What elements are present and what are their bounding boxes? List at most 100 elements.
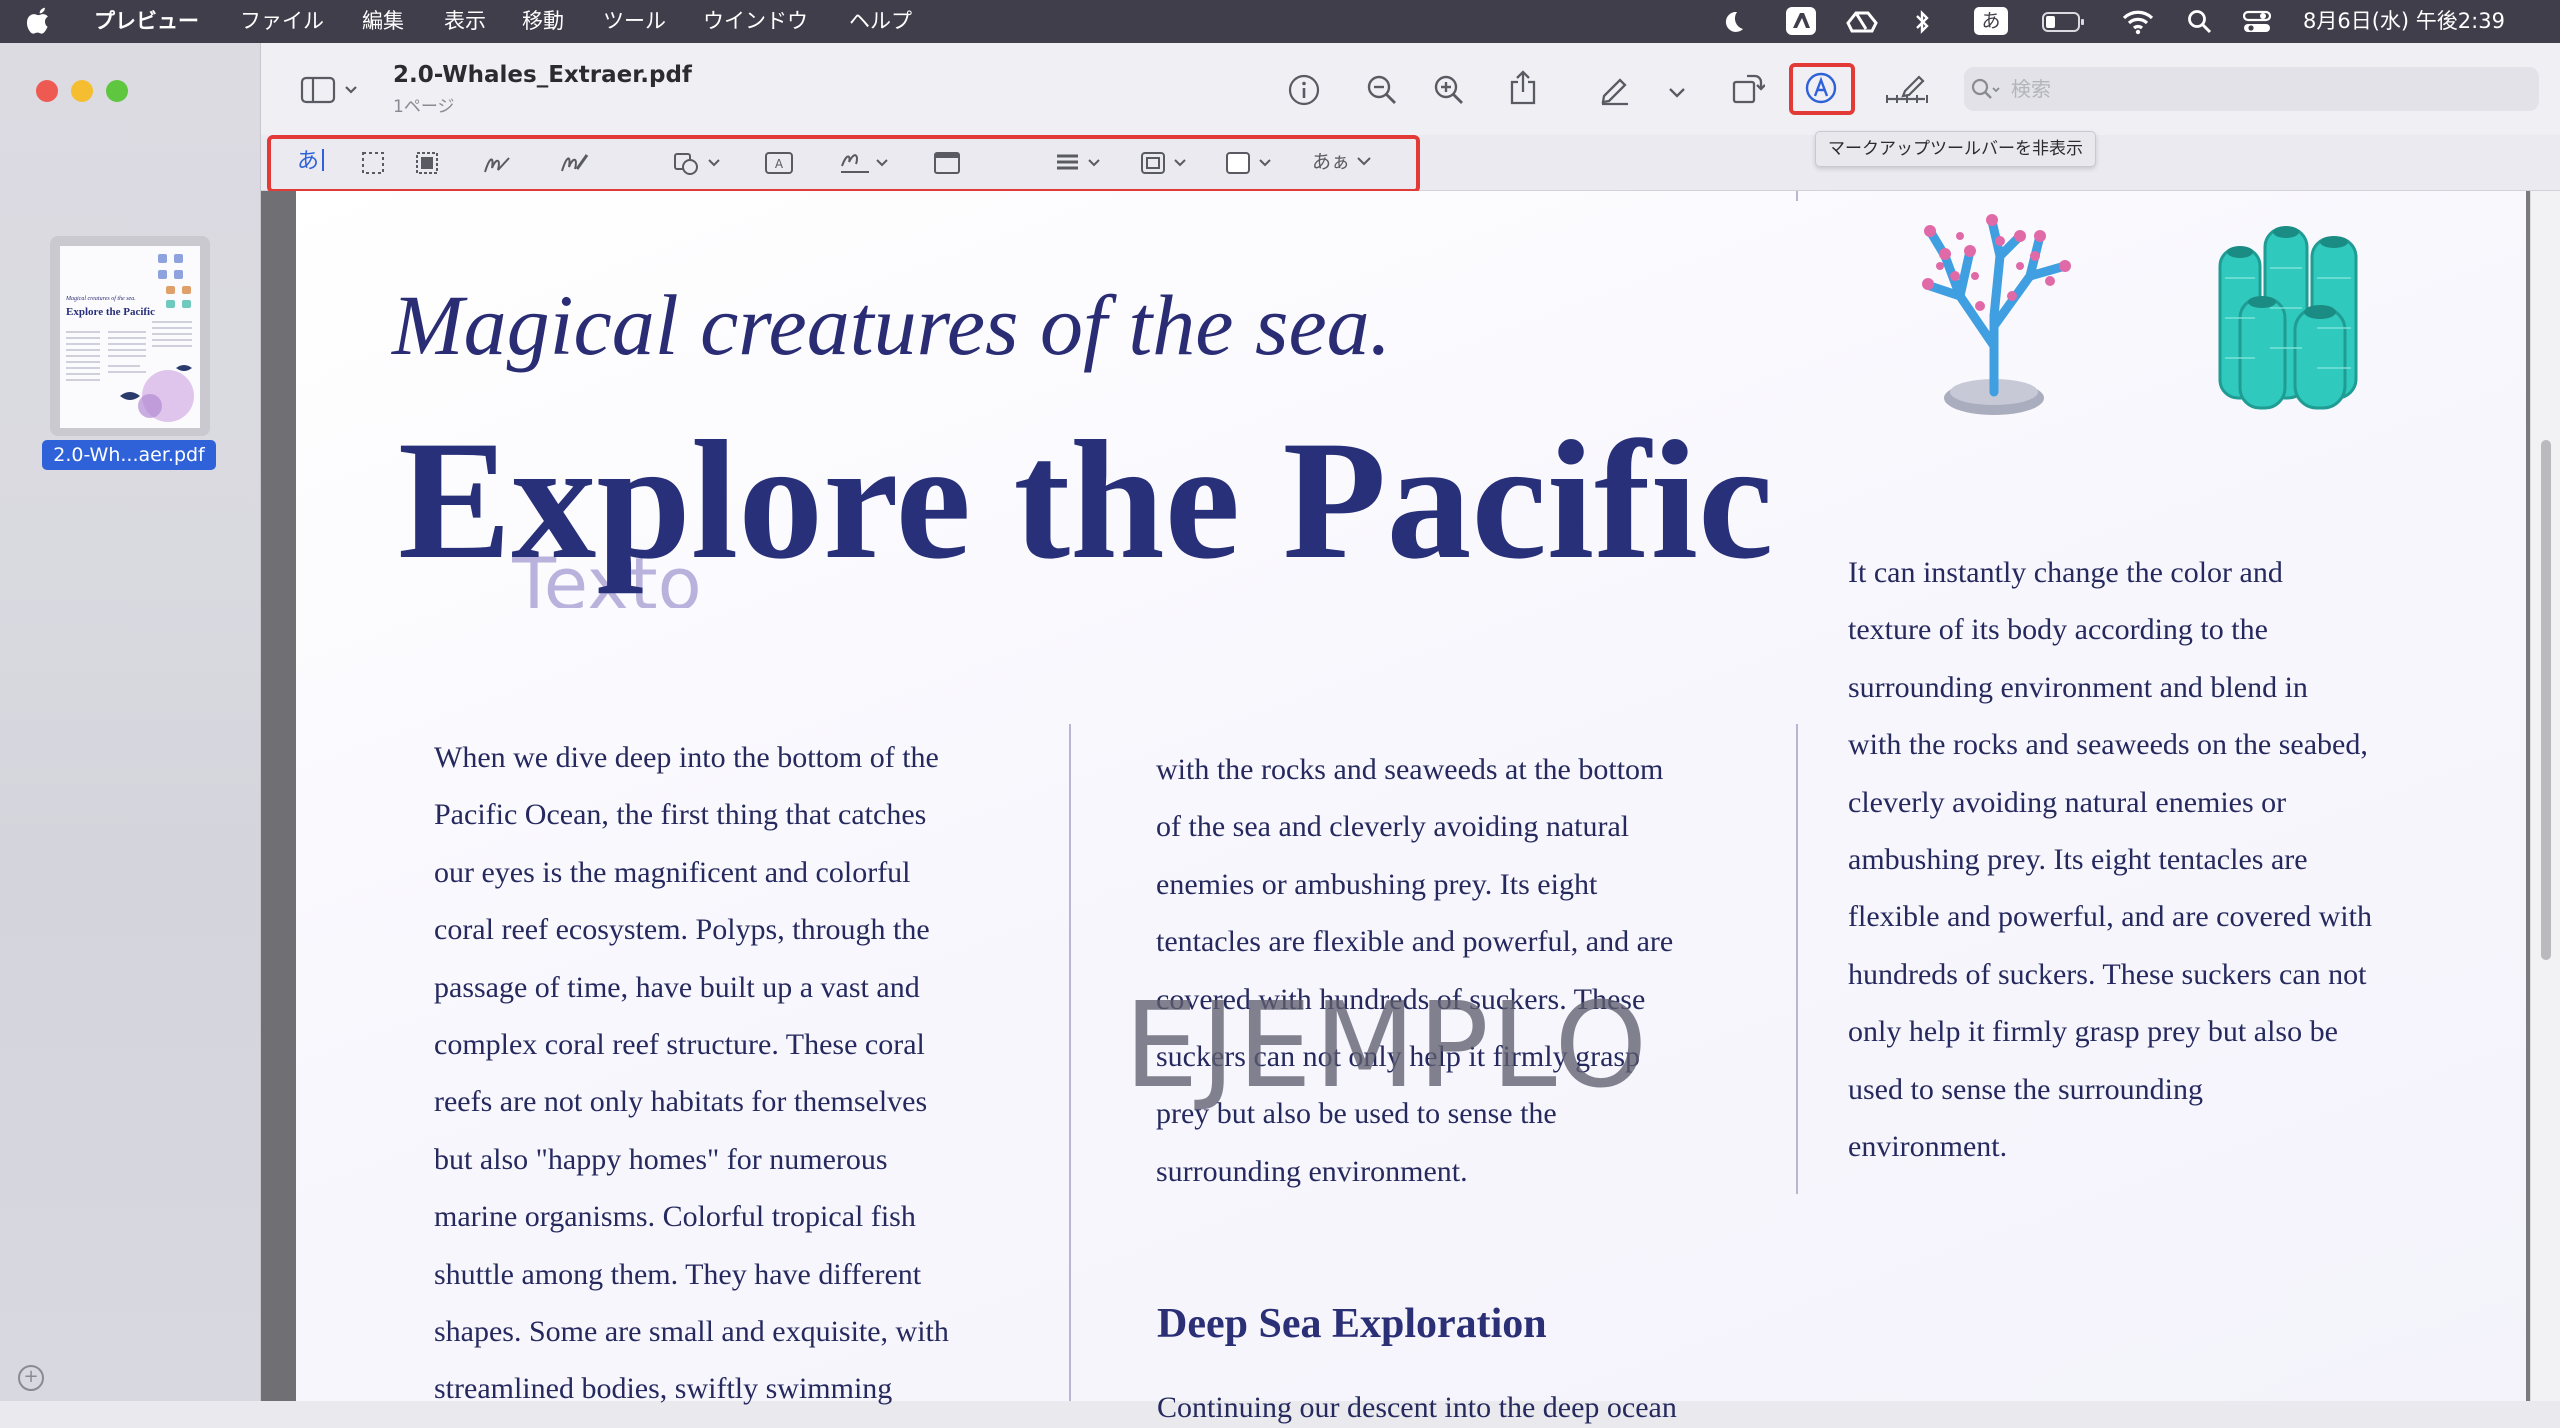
minimize-window-button[interactable]	[71, 80, 93, 102]
column-1-line: passage of time, have built up a vast an…	[434, 970, 920, 1004]
menu-edit[interactable]: 編集	[362, 0, 404, 43]
column-1-line: streamlined bodies, swiftly swimming	[434, 1372, 893, 1406]
spotlight-icon[interactable]	[2187, 0, 2213, 43]
menu-bar: プレビュー ファイル 編集 表示 移動 ツール ウインドウ ヘルプ あ 8月6日…	[0, 0, 2560, 43]
shapes-icon[interactable]	[672, 149, 726, 181]
text-selection-label: あ	[297, 149, 320, 174]
body-column-3: It can instantly change the color and te…	[1848, 544, 2372, 1175]
watermark-annotation[interactable]: EJEMPLO	[1124, 985, 1649, 1105]
menu-tools[interactable]: ツール	[603, 0, 666, 43]
column-1-line: marine organisms. Colorful tropical fish	[434, 1200, 916, 1234]
teal-coral-image	[2218, 226, 2358, 410]
page-thumbnail[interactable]: Magical creatures of the sea. Explore th…	[60, 246, 200, 428]
drive-icon[interactable]	[1845, 0, 1879, 43]
search-icon	[1971, 78, 2001, 106]
column-2-line: surrounding environment.	[1156, 1154, 1468, 1188]
column-1-line: reefs are not only habitats for themselv…	[434, 1085, 928, 1119]
search-placeholder: 検索	[2011, 77, 2051, 101]
share-icon[interactable]	[1508, 70, 1538, 110]
note-icon[interactable]	[933, 151, 961, 179]
column-1-line: shuttle among them. They have different	[434, 1257, 922, 1291]
column-3-line: It can instantly change the color and	[1848, 556, 2283, 589]
zoom-in-icon[interactable]	[1433, 74, 1465, 110]
document-subtitle: Magical creatures of the sea.	[392, 277, 1392, 373]
moon-icon[interactable]	[1718, 0, 1748, 43]
column-1-line: complex coral reef structure. These cora…	[434, 1027, 925, 1061]
column-3-line: flexible and powerful, and are covered w…	[1848, 900, 2372, 934]
zoom-window-button[interactable]	[106, 80, 128, 102]
form-fill-icon[interactable]	[1885, 75, 1929, 109]
add-page-icon[interactable]: +	[18, 1365, 44, 1391]
column-2-line: tentacles are flexible and powerful, and…	[1156, 925, 1674, 959]
column-1-line: Pacific Ocean, the first thing that catc…	[434, 798, 927, 832]
thumbnail-filename[interactable]: 2.0-Wh...aer.pdf	[42, 440, 216, 470]
close-window-button[interactable]	[36, 80, 58, 102]
text-style-chevron-icon	[1357, 157, 1371, 166]
sidebar-toggle-icon[interactable]	[300, 75, 360, 109]
body-column-1: When we dive deep into the bottom of the…	[434, 729, 949, 1418]
markup-tooltip: マークアップツールバーを非表示	[1815, 131, 2096, 167]
zoom-out-icon[interactable]	[1366, 74, 1398, 110]
column-1-line: coral reef ecosystem. Polyps, through th…	[434, 913, 930, 947]
rotate-icon[interactable]	[1731, 70, 1766, 108]
column-divider-top	[1796, 191, 1798, 201]
column-3-line: only help it firmly grasp prey but also …	[1848, 1015, 2338, 1049]
document-title-heading: Explore the Pacific	[398, 406, 1774, 594]
app-menu[interactable]: プレビュー	[94, 0, 199, 43]
document-title: 2.0-Whales_Extraer.pdf	[393, 62, 692, 88]
instant-alpha-icon[interactable]	[414, 150, 440, 180]
control-center-icon[interactable]	[2242, 0, 2272, 43]
fill-color-icon[interactable]	[1224, 149, 1278, 181]
column-divider	[1796, 724, 1798, 1194]
shape-style-icon[interactable]	[1054, 150, 1106, 180]
document-page-count: 1ページ	[393, 97, 455, 117]
section-text-line: Continuing our descent into the deep oce…	[1157, 1391, 1677, 1424]
column-1-line: shapes. Some are small and exquisite, wi…	[434, 1314, 949, 1348]
section-heading: Deep Sea Exploration	[1157, 1301, 1547, 1347]
column-3-line: cleverly avoiding natural enemies or	[1848, 785, 2287, 819]
wifi-icon[interactable]	[2121, 0, 2155, 43]
body-column-2: with the rocks and seaweeds at the botto…	[1156, 741, 1673, 1200]
menu-go[interactable]: 移動	[522, 0, 564, 43]
bluetooth-icon[interactable]	[1912, 0, 1932, 43]
rectangular-selection-icon[interactable]	[360, 150, 386, 180]
scrollbar-thumb[interactable]	[2541, 440, 2551, 960]
markup-toggle-highlight	[1789, 63, 1855, 115]
column-3-line: used to sense the surrounding	[1848, 1072, 2203, 1106]
column-divider	[1069, 724, 1071, 1401]
sketch-icon[interactable]	[482, 150, 512, 180]
input-mode-label: あ	[1974, 7, 2008, 35]
pink-coral-image	[1922, 214, 2071, 415]
info-icon[interactable]	[1288, 74, 1320, 110]
column-1-line: but also "happy homes" for numerous	[434, 1142, 888, 1176]
highlight-pen-icon[interactable]	[1598, 72, 1632, 110]
border-color-icon[interactable]	[1139, 149, 1193, 181]
column-1-line: our eyes is the magnificent and colorful	[434, 855, 911, 889]
apple-icon[interactable]	[26, 0, 52, 43]
column-3-line: texture of its body according to the	[1848, 613, 2268, 647]
menu-file[interactable]: ファイル	[240, 0, 324, 43]
menu-window[interactable]: ウインドウ	[703, 0, 808, 43]
column-2-line: of the sea and cleverly avoiding natural	[1156, 810, 1630, 844]
column-3-line: environment.	[1848, 1129, 2008, 1163]
app-icon[interactable]	[1785, 0, 1817, 43]
text-style-tool[interactable]: あぁ	[1312, 148, 1372, 176]
column-3-line: surrounding environment and blend in	[1848, 670, 2308, 704]
column-3-line: with the rocks and seaweeds on the seabe…	[1848, 728, 2368, 762]
text-selection-tool[interactable]: あ	[297, 148, 325, 176]
text-box-icon[interactable]: A	[764, 150, 794, 180]
highlight-menu-chevron-icon[interactable]	[1668, 84, 1686, 103]
menu-view[interactable]: 表示	[444, 0, 486, 43]
sign-icon[interactable]	[839, 148, 893, 182]
menu-help[interactable]: ヘルプ	[849, 0, 912, 43]
column-3-line: hundreds of suckers. These suckers can n…	[1848, 957, 2367, 991]
column-2-line: with the rocks and seaweeds at the botto…	[1156, 753, 1664, 786]
input-source-icon[interactable]: あ	[1973, 0, 2009, 43]
menubar-clock[interactable]: 8月6日(水) 午後2:39	[2303, 0, 2505, 43]
battery-icon[interactable]	[2042, 0, 2086, 43]
column-2-line: enemies or ambushing prey. Its eight	[1156, 867, 1598, 901]
svg-text:A: A	[775, 157, 784, 171]
thumbnail-preview-graphics	[66, 254, 194, 422]
draw-icon[interactable]	[559, 149, 589, 181]
column-1-line: When we dive deep into the bottom of the	[434, 741, 939, 774]
